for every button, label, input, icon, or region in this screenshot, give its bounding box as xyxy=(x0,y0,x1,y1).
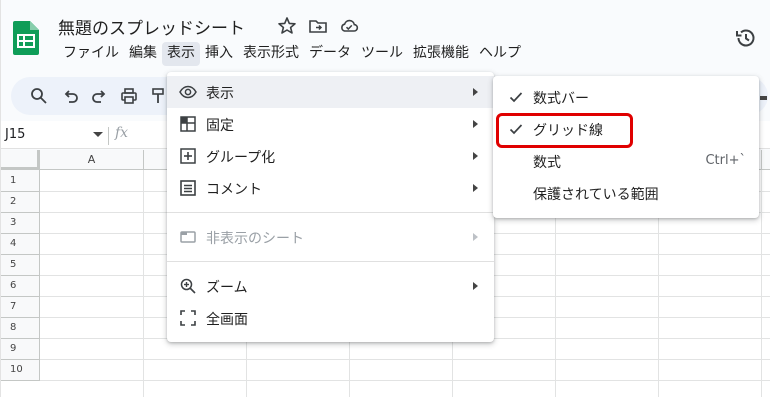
row-header[interactable]: 9 xyxy=(1,339,40,360)
check-icon xyxy=(509,92,523,103)
print-icon[interactable] xyxy=(119,86,139,106)
column-header[interactable] xyxy=(762,150,770,170)
submenu-item-formulas[interactable]: 数式 Ctrl+` xyxy=(493,145,759,177)
redo-icon[interactable] xyxy=(89,86,109,106)
menu-divider xyxy=(167,212,494,213)
submenu-arrow-icon xyxy=(473,282,478,290)
menu-bar: ファイル 編集 表示 挿入 表示形式 データ ツール 拡張機能 ヘルプ xyxy=(58,42,526,66)
name-box-dropdown-icon[interactable] xyxy=(93,132,103,137)
row-header[interactable]: 10 xyxy=(1,360,40,381)
menu-tools[interactable]: ツール xyxy=(356,42,408,66)
menu-item-label: 非表示のシート xyxy=(206,231,304,247)
menu-insert[interactable]: 挿入 xyxy=(200,42,238,66)
eye-icon xyxy=(179,85,197,99)
submenu-arrow-icon xyxy=(473,88,478,96)
grid-line xyxy=(40,359,770,360)
row-header[interactable]: 4 xyxy=(1,234,40,255)
submenu-arrow-icon xyxy=(473,184,478,192)
annotation-highlight-box xyxy=(496,113,633,148)
grid-line xyxy=(761,170,762,397)
column-header[interactable]: A xyxy=(40,150,144,170)
paint-format-icon[interactable] xyxy=(151,86,165,106)
menu-data[interactable]: データ xyxy=(304,42,356,66)
row-header[interactable]: 7 xyxy=(1,297,40,318)
comment-icon xyxy=(180,180,196,196)
menu-item-label: 全画面 xyxy=(206,312,248,328)
menu-edit[interactable]: 編集 xyxy=(124,42,162,66)
view-menu-item-comments[interactable]: コメント xyxy=(167,172,494,204)
menu-extensions[interactable]: 拡張機能 xyxy=(408,42,474,66)
menu-help[interactable]: ヘルプ xyxy=(474,42,526,66)
submenu-arrow-icon xyxy=(473,120,478,128)
menu-item-label: 固定 xyxy=(206,118,234,134)
submenu-arrow-icon xyxy=(473,233,478,241)
cloud-status-icon[interactable] xyxy=(339,16,359,36)
view-menu: 表示 固定 グループ化 コメント 非表示のシート ズーム 全画面 xyxy=(167,72,494,342)
row-header[interactable]: 1 xyxy=(1,170,40,192)
menu-view[interactable]: 表示 xyxy=(162,42,200,66)
submenu-item-label: 数式 xyxy=(533,155,561,171)
toolbar-overflow-mark xyxy=(760,96,767,100)
row-header[interactable]: 6 xyxy=(1,276,40,297)
hidden-sheet-icon xyxy=(180,231,196,243)
name-box[interactable]: J15 xyxy=(5,127,25,142)
row-header[interactable]: 3 xyxy=(1,213,40,234)
submenu-item-label: 数式バー xyxy=(533,91,589,107)
fx-icon: fx xyxy=(115,125,129,141)
document-title[interactable]: 無題のスプレッドシート xyxy=(58,14,245,39)
grid-line xyxy=(40,380,770,381)
submenu-item-protected-ranges[interactable]: 保護されている範囲 xyxy=(493,177,759,209)
version-history-icon[interactable] xyxy=(734,26,758,50)
move-to-folder-icon[interactable] xyxy=(308,16,328,36)
menu-item-label: 表示 xyxy=(206,86,234,102)
zoom-icon xyxy=(180,278,196,294)
menu-item-label: グループ化 xyxy=(206,150,276,166)
freeze-icon xyxy=(180,116,196,132)
view-menu-item-freeze[interactable]: 固定 xyxy=(167,108,494,140)
view-menu-item-show[interactable]: 表示 xyxy=(167,76,494,108)
row-header[interactable]: 5 xyxy=(1,255,40,276)
row-header[interactable]: 2 xyxy=(1,192,40,213)
menu-item-label: ズーム xyxy=(206,280,248,296)
spreadsheet-app: 無題のスプレッドシート ファイル 編集 表示 挿入 表示形式 データ ツール 拡… xyxy=(0,0,770,397)
formula-divider xyxy=(108,127,109,145)
menu-item-label: コメント xyxy=(206,182,262,198)
fullscreen-icon xyxy=(180,310,196,326)
group-icon xyxy=(180,148,196,164)
view-menu-item-zoom[interactable]: ズーム xyxy=(167,270,494,302)
undo-icon[interactable] xyxy=(61,86,81,106)
menu-divider xyxy=(167,261,494,262)
grid-line xyxy=(143,170,144,397)
menu-file[interactable]: ファイル xyxy=(58,42,124,66)
row-header[interactable]: 8 xyxy=(1,318,40,339)
shortcut-hint: Ctrl+` xyxy=(705,153,746,168)
submenu-item-label: 保護されている範囲 xyxy=(533,187,659,203)
sheets-logo-icon[interactable] xyxy=(13,21,39,55)
menu-format[interactable]: 表示形式 xyxy=(238,42,304,66)
submenu-item-formula-bar[interactable]: 数式バー xyxy=(493,81,759,113)
view-menu-item-group[interactable]: グループ化 xyxy=(167,140,494,172)
select-all-corner[interactable] xyxy=(1,150,40,170)
search-icon[interactable] xyxy=(29,86,49,106)
star-icon[interactable] xyxy=(277,16,297,36)
view-menu-item-fullscreen[interactable]: 全画面 xyxy=(167,302,494,334)
view-menu-item-hidden-sheets: 非表示のシート xyxy=(167,221,494,253)
submenu-arrow-icon xyxy=(473,152,478,160)
